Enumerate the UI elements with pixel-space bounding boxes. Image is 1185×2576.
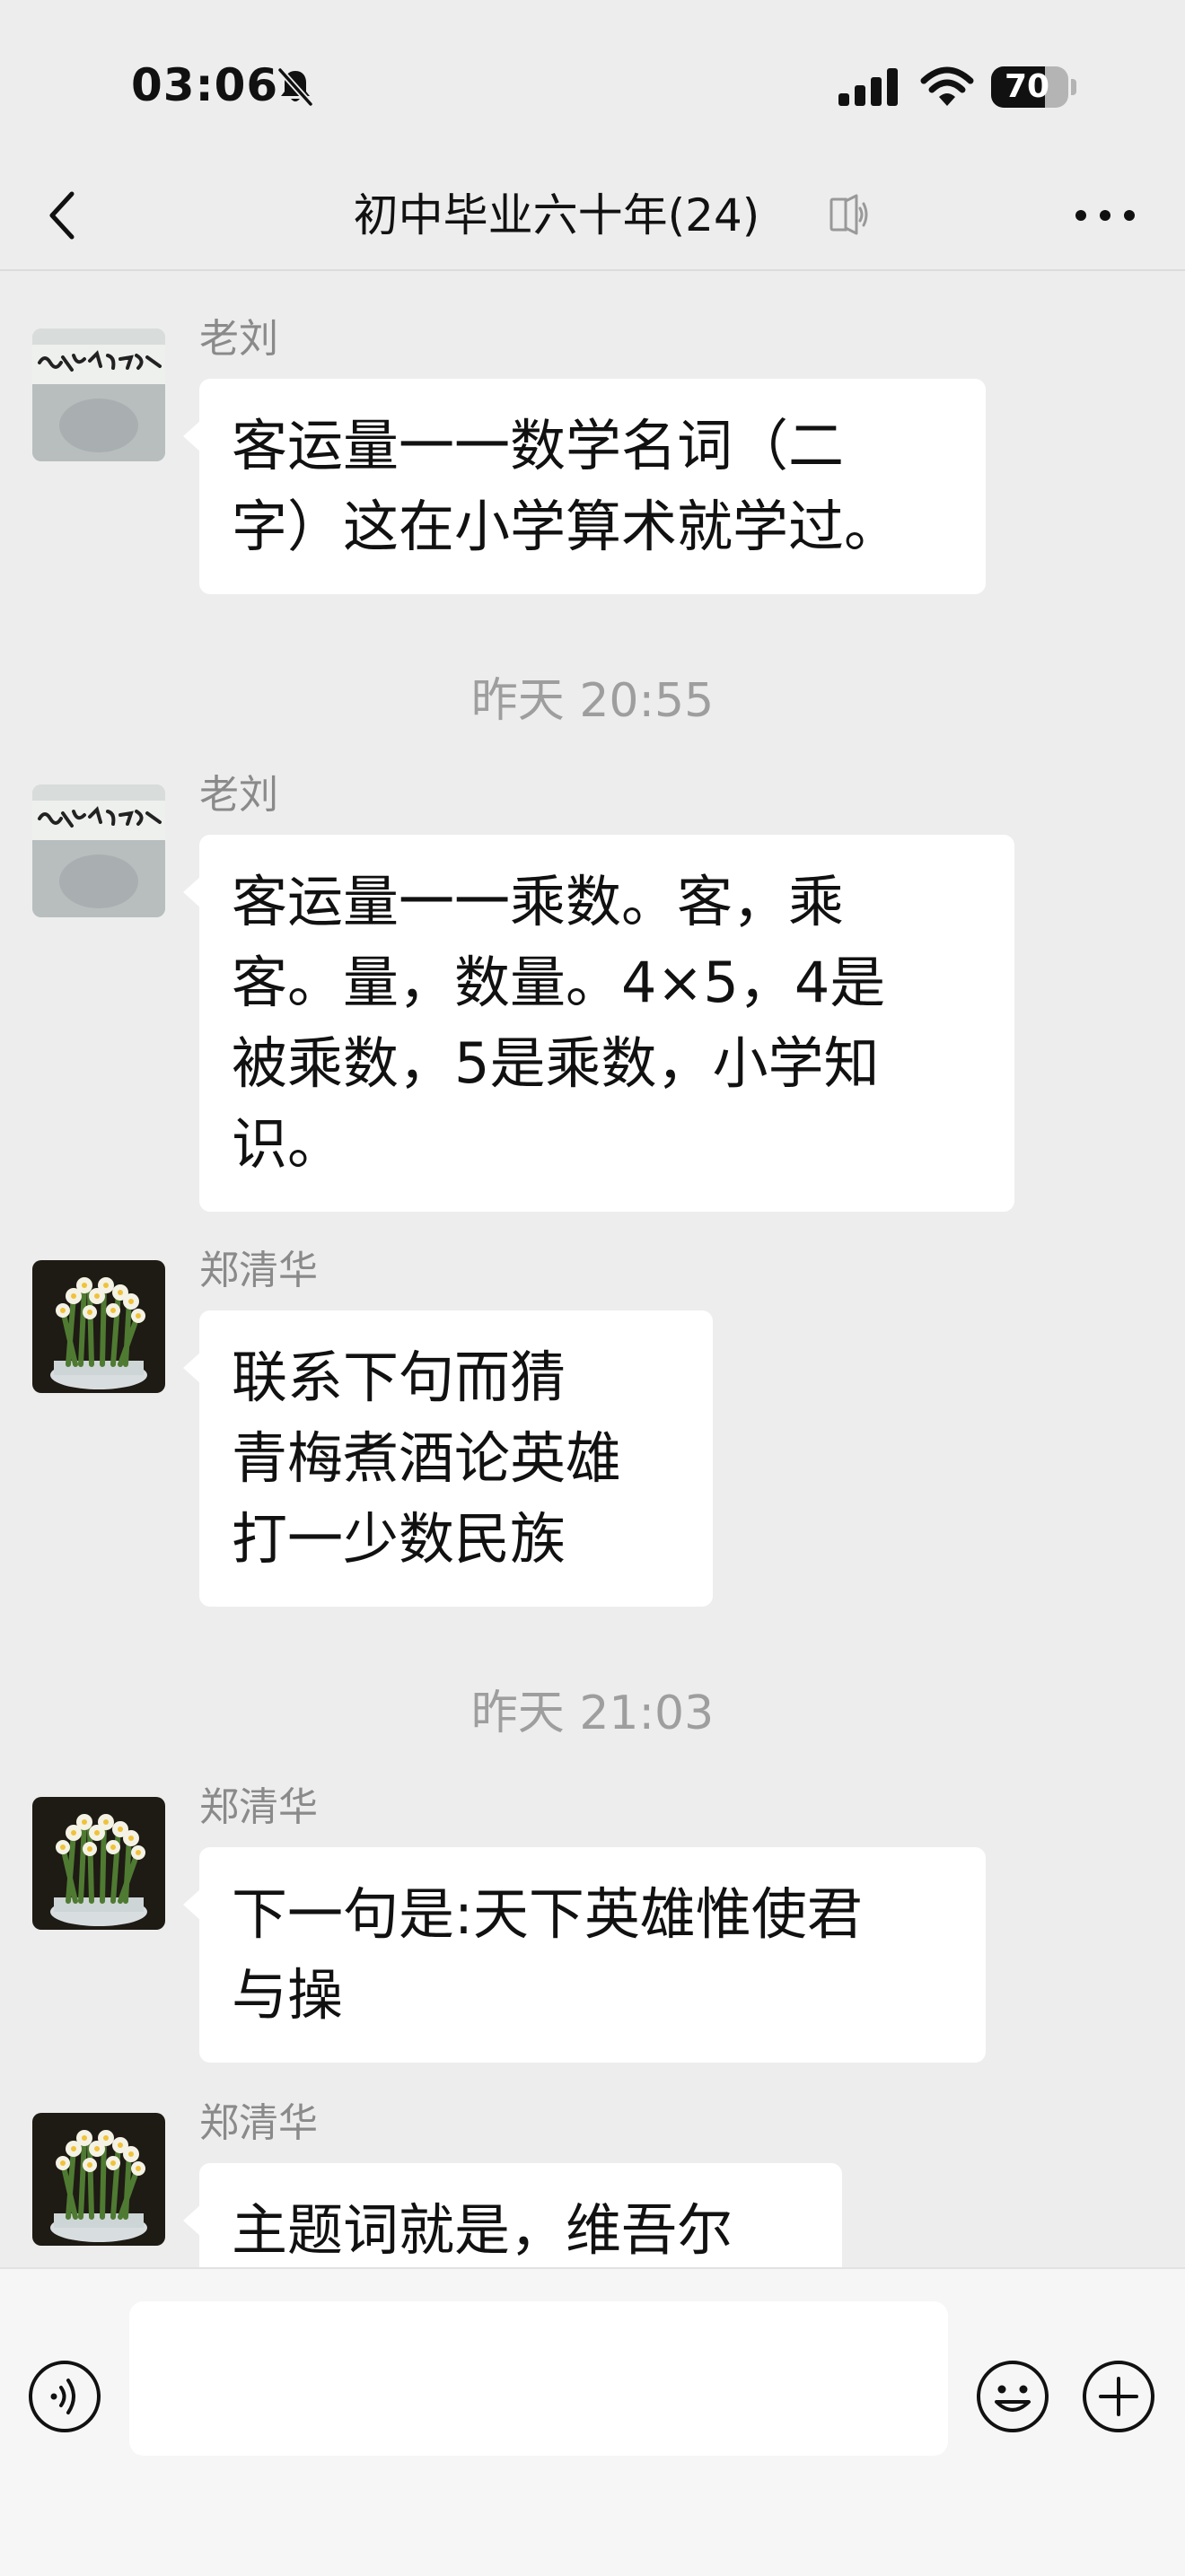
narcissus-flower-avatar[interactable]: [32, 2113, 165, 2246]
sender-name: 郑清华: [199, 1248, 318, 1293]
voice-toggle-icon[interactable]: [27, 2359, 102, 2434]
message-bubble[interactable]: 客运量一一数学名词（二 字）这在小学算术就学过。: [183, 379, 986, 594]
emoji-icon[interactable]: [975, 2359, 1050, 2434]
wifi-icon: [920, 66, 974, 106]
status-time: 03:06: [131, 59, 279, 111]
narcissus-flower-avatar[interactable]: [32, 1797, 165, 1930]
sender-name: 老刘: [199, 772, 278, 818]
back-chevron-icon[interactable]: [32, 183, 97, 248]
status-bar: 03:06 70: [0, 0, 1185, 162]
message-bubble[interactable]: 客运量一一乘数。客，乘 客。量，数量。4×5，4是 被乘数，5是乘数，小学知 识…: [183, 835, 1014, 1212]
chat-title: 初中毕业六十年(24): [353, 189, 760, 241]
calligraphy-avatar[interactable]: [32, 784, 165, 917]
add-icon[interactable]: [1081, 2359, 1156, 2434]
message-input[interactable]: [129, 2301, 948, 2456]
sender-name: 郑清华: [199, 2100, 318, 2146]
timestamp: 昨天 21:03: [470, 1687, 715, 1740]
input-bar: [0, 2267, 1185, 2576]
battery-icon: 70: [991, 66, 1077, 108]
mute-icon: [830, 194, 868, 235]
message-bubble[interactable]: 下一句是:天下英雄惟使君 与操: [183, 1847, 986, 2063]
message-bubble[interactable]: 联系下句而猜 青梅煮酒论英雄 打一少数民族: [183, 1310, 713, 1607]
sender-name: 老刘: [199, 316, 278, 362]
battery-tip: [1071, 79, 1076, 95]
bell-off-icon: [277, 67, 313, 107]
chat-header: 初中毕业六十年(24): [0, 162, 1185, 271]
calligraphy-avatar[interactable]: [32, 329, 165, 461]
sender-name: 郑清华: [199, 1784, 318, 1830]
battery-level: 70: [1004, 68, 1050, 105]
timestamp: 昨天 20:55: [470, 674, 715, 728]
more-icon[interactable]: [1065, 185, 1146, 246]
message-bubble[interactable]: 主题词就是，维吾尔: [183, 2163, 842, 2267]
narcissus-flower-avatar[interactable]: [32, 1260, 165, 1393]
message-list[interactable]: 老刘 客运量一一数学名词（二 字）这在小学算术就学过。 昨天 20:55 老刘 …: [0, 271, 1185, 2267]
signal-icon: [838, 68, 898, 106]
